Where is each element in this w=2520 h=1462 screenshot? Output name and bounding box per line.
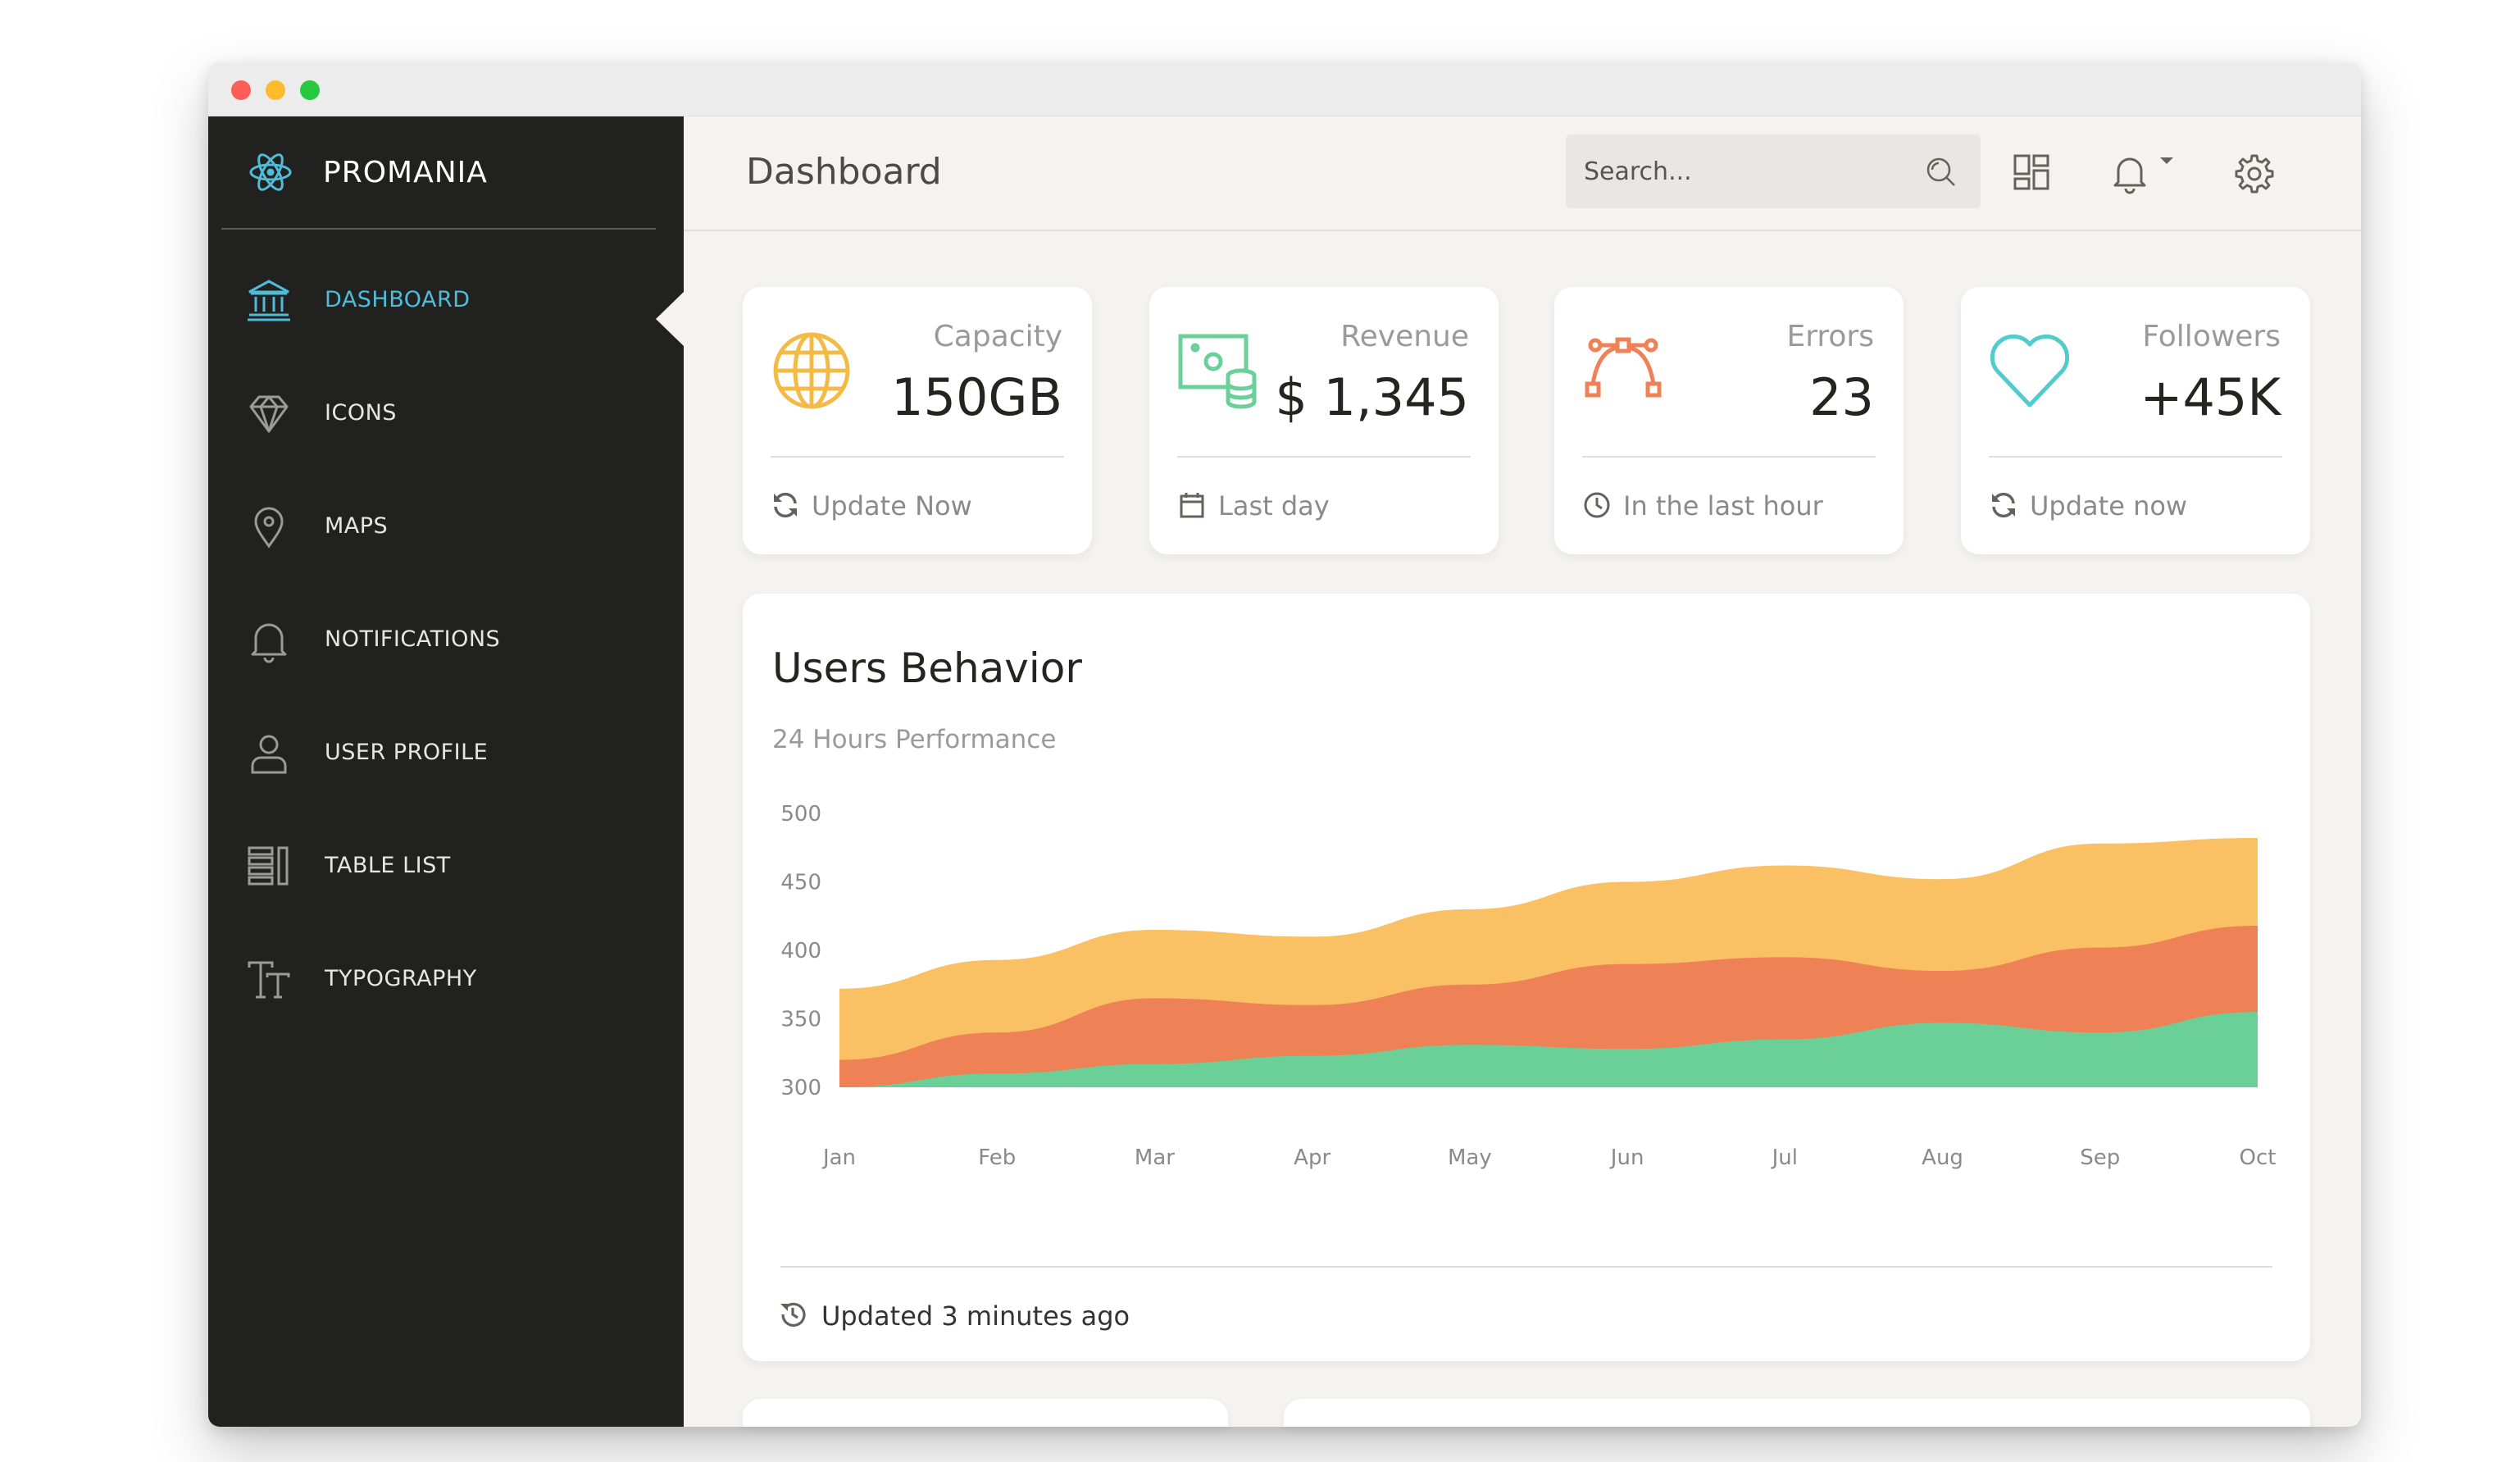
- sidebar: PROMANIA DASHBOARD ICONS MAPS NOTIFICATI…: [208, 116, 684, 1427]
- x-tick-label: Aug: [1922, 1145, 1963, 1170]
- sidebar-item-maps[interactable]: MAPS: [208, 485, 684, 567]
- sidebar-item-label: NOTIFICATIONS: [325, 626, 501, 652]
- clock-icon: [1584, 492, 1610, 518]
- sidebar-item-user-profile[interactable]: USER PROFILE: [208, 712, 684, 794]
- stat-label: Errors: [1786, 320, 1874, 353]
- divider: [780, 1266, 2272, 1268]
- x-tick-label: Jan: [821, 1145, 856, 1170]
- stat-card-capacity: Capacity 150GB Update Now: [743, 287, 1092, 554]
- top-navbar: Dashboard: [684, 116, 2361, 231]
- x-tick-label: Apr: [1294, 1145, 1331, 1170]
- stat-footer-text: In the last hour: [1623, 490, 1823, 521]
- stat-label: Revenue: [1340, 320, 1469, 353]
- search-icon[interactable]: [1923, 154, 1958, 189]
- heart-icon: [1990, 334, 2070, 408]
- user-icon: [251, 735, 287, 774]
- map-pin-icon: [254, 507, 284, 549]
- x-tick-label: Oct: [2240, 1145, 2277, 1170]
- sidebar-item-icons[interactable]: ICONS: [208, 372, 684, 454]
- gear-icon[interactable]: [2230, 149, 2279, 198]
- stat-card-revenue: Revenue $ 1,345 Last day: [1149, 287, 1499, 554]
- users-behavior-chart: 500 450 400 350 300 Jan Feb Mar Apr May Jun Jul Aug S…: [780, 802, 2277, 1170]
- x-tick-label: Mar: [1135, 1145, 1175, 1170]
- bottom-card-right: [1284, 1399, 2310, 1427]
- divider: [1989, 456, 2282, 458]
- bell-icon: [251, 623, 287, 663]
- chart-footer-text: Updated 3 minutes ago: [821, 1300, 1130, 1332]
- x-tick-label: Jul: [1771, 1145, 1798, 1170]
- sidebar-item-label: TABLE LIST: [325, 853, 451, 878]
- active-indicator: [656, 292, 684, 346]
- money-coins-icon: [1178, 334, 1257, 409]
- stat-label: Followers: [2142, 320, 2281, 353]
- sidebar-item-label: TYPOGRAPHY: [325, 966, 477, 991]
- sidebar-item-label: USER PROFILE: [325, 740, 489, 765]
- x-tick-label: Jun: [1609, 1145, 1644, 1170]
- bell-icon[interactable]: [2105, 148, 2154, 197]
- stat-value: $ 1,345: [1275, 367, 1469, 427]
- diamond-icon: [249, 395, 289, 433]
- stat-value: 150GB: [891, 367, 1062, 427]
- stat-card-errors: Errors 23 In the last hour: [1554, 287, 1904, 554]
- stat-value: 23: [1809, 367, 1874, 427]
- calendar-icon: [1180, 493, 1204, 518]
- window-titlebar: [208, 62, 2361, 116]
- refresh-icon[interactable]: [1989, 490, 2018, 520]
- sidebar-item-label: MAPS: [325, 513, 389, 539]
- vector-icon: [1585, 337, 1662, 398]
- y-tick-label: 350: [780, 1008, 821, 1032]
- refresh-icon[interactable]: [771, 490, 800, 520]
- history-icon: [780, 1302, 806, 1327]
- maximize-window-button[interactable]: [300, 80, 320, 100]
- sidebar-item-label: ICONS: [325, 400, 397, 426]
- stat-footer-text[interactable]: Update Now: [812, 490, 972, 521]
- stat-footer-text: Last day: [1218, 490, 1330, 521]
- stat-label: Capacity: [933, 320, 1062, 353]
- react-logo-icon: [249, 153, 292, 191]
- divider: [771, 456, 1064, 458]
- bottom-card-left: [743, 1399, 1228, 1427]
- close-window-button[interactable]: [231, 80, 251, 100]
- sidebar-item-table-list[interactable]: TABLE LIST: [208, 825, 684, 907]
- minimize-window-button[interactable]: [266, 80, 285, 100]
- search-input[interactable]: [1584, 153, 1912, 190]
- x-tick-label: Feb: [978, 1145, 1016, 1170]
- grid-icon[interactable]: [2008, 149, 2058, 198]
- users-behavior-card: Users Behavior 24 Hours Performance 500 4…: [743, 594, 2310, 1361]
- table-list-icon: [248, 846, 289, 886]
- y-tick-label: 300: [780, 1076, 821, 1100]
- globe-icon: [773, 332, 850, 409]
- y-tick-label: 450: [780, 871, 821, 895]
- stat-footer-text[interactable]: Update now: [2030, 490, 2187, 521]
- caret-down-icon[interactable]: [2154, 149, 2179, 174]
- page-title: Dashboard: [746, 151, 942, 193]
- y-tick-label: 500: [780, 802, 821, 827]
- chart-subtitle: 24 Hours Performance: [772, 725, 1057, 754]
- sidebar-item-notifications[interactable]: NOTIFICATIONS: [208, 599, 684, 681]
- chart-title: Users Behavior: [772, 644, 1082, 692]
- search-box[interactable]: [1566, 134, 1981, 208]
- stat-value: +45K: [2140, 367, 2281, 427]
- x-tick-label: Sep: [2080, 1145, 2120, 1170]
- bank-icon: [248, 280, 290, 321]
- divider: [1582, 456, 1876, 458]
- brand-name: PROMANIA: [323, 156, 488, 189]
- x-tick-label: May: [1448, 1145, 1492, 1170]
- sidebar-item-typography[interactable]: TYPOGRAPHY: [208, 938, 684, 1020]
- brand[interactable]: PROMANIA: [221, 116, 656, 230]
- stat-card-followers: Followers +45K Update now: [1961, 287, 2310, 554]
- divider: [1177, 456, 1471, 458]
- y-tick-label: 400: [780, 939, 821, 963]
- sidebar-item-dashboard[interactable]: DASHBOARD: [208, 259, 684, 346]
- typography-icon: [248, 961, 290, 999]
- sidebar-item-label: DASHBOARD: [325, 287, 471, 312]
